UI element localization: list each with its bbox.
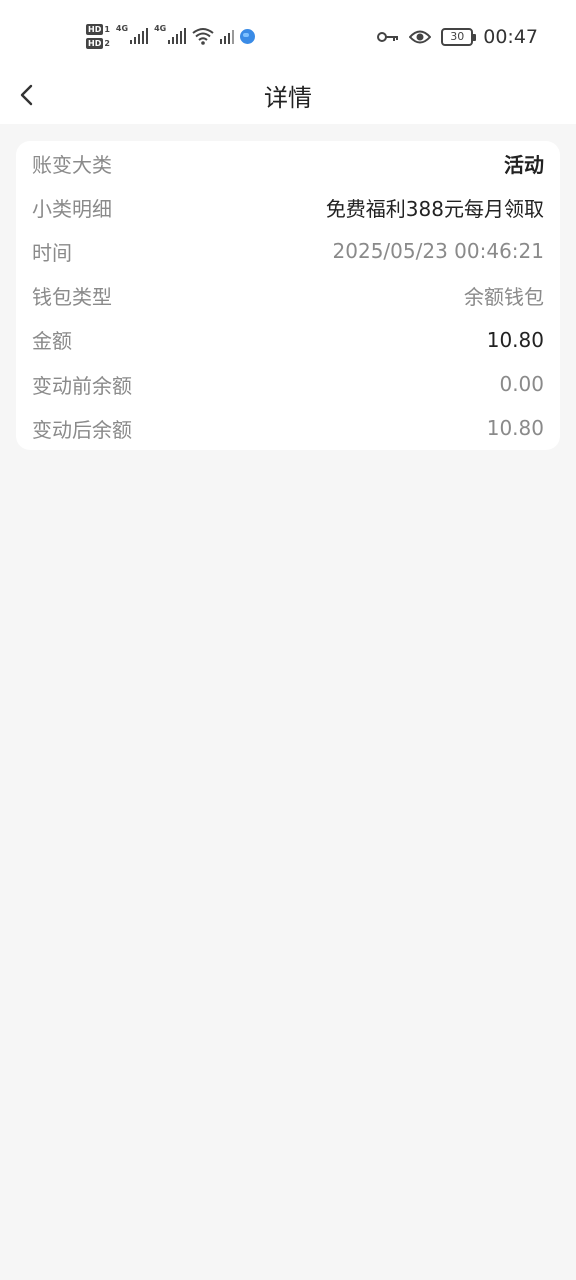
detail-row-time: 时间 2025/05/23 00:46:21 <box>32 229 544 273</box>
detail-row-category: 账变大类 活动 <box>32 141 544 185</box>
network-type-2: 4G <box>154 23 167 33</box>
navigation-bar: 详情 <box>0 70 576 124</box>
hd-indicators: HD 1 HD 2 <box>86 23 110 49</box>
category-label: 账变大类 <box>32 152 112 177</box>
hd-sim2: HD 2 <box>86 37 110 49</box>
wallet-type-label: 钱包类型 <box>32 285 112 310</box>
detail-row-subcategory: 小类明细 免费福利388元每月领取 <box>32 185 544 229</box>
detail-card: 账变大类 活动 小类明细 免费福利388元每月领取 时间 2025/05/23 … <box>16 141 560 450</box>
amount-value: 10.80 <box>486 327 544 352</box>
battery-icon: 30 <box>441 28 477 46</box>
key-icon <box>377 32 399 42</box>
hd-sim2-num: 2 <box>104 38 110 48</box>
category-value: 活动 <box>504 152 544 177</box>
subcategory-value: 免费福利388元每月领取 <box>325 196 544 221</box>
status-time: 00:47 <box>483 26 538 48</box>
hd-sim1: HD 1 <box>86 23 110 35</box>
status-left: HD 1 HD 2 4G 4G <box>86 20 256 52</box>
balance-after-value: 10.80 <box>486 416 544 441</box>
subcategory-label: 小类明细 <box>32 196 112 221</box>
hd-sim1-num: 1 <box>104 24 110 34</box>
detail-row-balance-before: 变动前余额 0.00 <box>32 362 544 406</box>
amount-label: 金额 <box>32 329 72 354</box>
wallet-type-value: 余额钱包 <box>464 285 544 310</box>
page-title: 详情 <box>264 84 312 112</box>
balance-before-value: 0.00 <box>499 372 544 397</box>
status-right: 30 00:47 <box>377 22 538 52</box>
signal-icon <box>130 28 149 44</box>
network-type-1: 4G <box>115 23 129 33</box>
signal-icon <box>168 28 187 44</box>
eye-icon <box>409 30 432 44</box>
time-label: 时间 <box>32 240 72 265</box>
signal-icon <box>220 28 235 44</box>
detail-row-wallet-type: 钱包类型 余额钱包 <box>32 274 544 318</box>
wifi-icon <box>192 28 214 45</box>
hd-sim2-tag: HD <box>86 37 104 49</box>
time-value: 2025/05/23 00:46:21 <box>332 239 544 264</box>
detail-row-amount: 金额 10.80 <box>32 318 544 362</box>
hd-sim1-tag: HD <box>86 23 104 35</box>
status-bar: HD 1 HD 2 4G 4G 30 00:47 <box>0 0 576 70</box>
detail-row-balance-after: 变动后余额 10.80 <box>32 406 544 450</box>
globe-icon <box>240 28 256 44</box>
balance-before-label: 变动前余额 <box>32 373 132 398</box>
balance-after-label: 变动后余额 <box>32 417 132 442</box>
